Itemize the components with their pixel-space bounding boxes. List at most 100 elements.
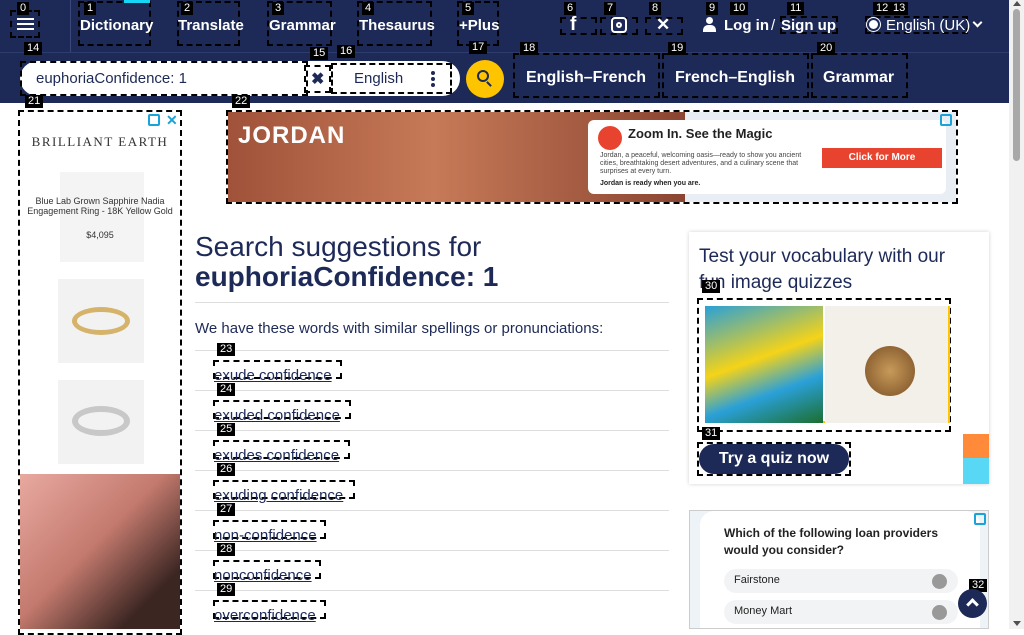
page-title-prefix: Search suggestions for: [195, 231, 482, 262]
marker-label: 25: [217, 423, 236, 436]
marker-label: 8: [649, 2, 662, 15]
list-item: 28 nonconfidence: [195, 543, 669, 590]
poll-option-label: Money Mart: [734, 605, 793, 617]
marker-label: 18: [520, 42, 539, 55]
marker-label: 27: [217, 503, 236, 516]
facebook-link[interactable]: [560, 17, 597, 35]
parrot-image: [705, 306, 823, 423]
marker-label: 7: [604, 2, 617, 15]
marker-label: 14: [24, 42, 43, 55]
nav-grammar-label: Grammar: [269, 17, 336, 34]
poll-option[interactable]: Money Mart: [724, 600, 958, 624]
quiz-image[interactable]: [705, 306, 950, 423]
instagram-icon: [611, 17, 627, 33]
poll-option[interactable]: Fairstone: [724, 569, 958, 593]
marker-label: 1: [84, 2, 97, 15]
marker-label: 5: [462, 2, 475, 15]
dictionary-language-label: English: [354, 70, 404, 87]
suggestion-link[interactable]: non-confidence: [214, 527, 317, 544]
page-title: Search suggestions for euphoriaConfidenc…: [195, 232, 669, 292]
marker-label: 29: [217, 583, 236, 596]
top-ad-outline[interactable]: [226, 110, 958, 204]
list-item: 25 exudes confidence: [195, 423, 669, 470]
adchoices-icon[interactable]: [974, 513, 986, 525]
search-input[interactable]: euphoriaConfidence: 1: [36, 70, 187, 87]
list-item: 29 overconfidence: [195, 583, 669, 630]
hamburger-icon: [17, 18, 34, 30]
suggestions-intro: We have these words with similar spellin…: [195, 320, 604, 337]
marker-label: 19: [668, 42, 687, 55]
radio-icon: [932, 605, 947, 620]
marker-label: 28: [217, 543, 236, 556]
feedback-tab-orange[interactable]: [963, 434, 989, 458]
marker-label: 11: [787, 2, 805, 15]
suggestion-link[interactable]: exuding confidence: [214, 487, 343, 504]
scroll-down-arrow-icon[interactable]: [1013, 621, 1021, 626]
suggestion-link[interactable]: overconfidence: [214, 607, 316, 624]
left-ad-outline[interactable]: [18, 110, 182, 635]
arrow-up-icon: [966, 598, 979, 611]
scroll-up-arrow-icon[interactable]: [1013, 1, 1021, 6]
nav-thesaurus-label: Thesaurus: [359, 17, 435, 34]
chevron-down-icon: [972, 17, 983, 28]
marker-label: 2: [181, 2, 194, 15]
marker-label: 15: [310, 47, 329, 60]
scrollbar-thumb[interactable]: [1013, 9, 1020, 161]
nav-dictionary-label: Dictionary: [80, 17, 154, 34]
marker-label: 22: [232, 95, 251, 108]
x-twitter-icon: ✕: [656, 15, 671, 34]
feedback-tab-blue[interactable]: [963, 458, 989, 484]
clear-icon: ✖: [311, 71, 325, 88]
marker-label: 30: [702, 280, 721, 293]
search-icon: [477, 70, 492, 87]
marker-label: 17: [469, 41, 488, 54]
more-options-icon: [431, 71, 435, 87]
signup-link[interactable]: Sign up: [781, 17, 836, 34]
suggestion-link[interactable]: exude confidence: [214, 367, 332, 384]
bottom-ad[interactable]: Which of the following loan providers wo…: [689, 510, 989, 629]
list-item: 24 exuded confidence: [195, 383, 669, 430]
tab-french-english-label: French–English: [675, 69, 796, 86]
marker-label: 23: [217, 343, 236, 356]
tab-grammar-label: Grammar: [823, 69, 895, 86]
suggestion-link[interactable]: exudes confidence: [214, 447, 339, 464]
list-item: 27 non-confidence: [195, 503, 669, 550]
list-item: 26 exuding confidence: [195, 463, 669, 510]
nav-translate-label: Translate: [178, 17, 244, 34]
quiz-title: Test your vocabulary with our fun image …: [699, 246, 946, 293]
radio-icon: [932, 574, 947, 589]
page-title-query: euphoriaConfidence: 1: [195, 261, 499, 292]
quiz-card: Test your vocabulary with our fun image …: [689, 232, 989, 484]
bottom-ad-question: Which of the following loan providers wo…: [724, 526, 938, 557]
list-item: 23 exude confidence: [195, 343, 669, 390]
marker-label: 24: [217, 383, 236, 396]
marker-label: 3: [272, 2, 285, 15]
suggestion-link[interactable]: exuded confidence: [214, 407, 340, 424]
search-bar: 14 euphoriaConfidence: 1 15 ✖ 16 English…: [0, 41, 1009, 103]
facebook-icon: f: [570, 14, 577, 35]
poll-option-label: Fairstone: [734, 574, 780, 586]
snail-image: [825, 306, 948, 423]
user-icon: [703, 17, 716, 32]
marker-label: 0: [17, 2, 30, 15]
login-link[interactable]: Log in: [724, 17, 769, 34]
scrollbar[interactable]: [1009, 0, 1024, 629]
scroll-to-top-button[interactable]: [958, 589, 987, 618]
language-label: English (UK): [886, 17, 971, 34]
tab-english-french-label: English–French: [526, 69, 647, 86]
marker-label: 12: [873, 2, 892, 15]
login-separator: /: [771, 17, 776, 34]
try-quiz-button[interactable]: Try a quiz now: [699, 444, 849, 474]
marker-label: 9: [706, 2, 719, 15]
nav-plus-label: +Plus: [459, 17, 500, 34]
marker-label: 13: [890, 2, 909, 15]
globe-icon: [867, 18, 880, 31]
marker-label: 31: [702, 427, 721, 440]
marker-label: 10: [730, 2, 749, 15]
marker-label: 4: [362, 2, 375, 15]
marker-label: 26: [217, 463, 236, 476]
suggestion-link[interactable]: nonconfidence: [214, 567, 312, 584]
top-navigation: 0 1 Dictionary 2 Translate 3 Grammar 4 T…: [0, 0, 1009, 52]
marker-label: 21: [25, 95, 44, 108]
marker-label: 20: [817, 42, 836, 55]
